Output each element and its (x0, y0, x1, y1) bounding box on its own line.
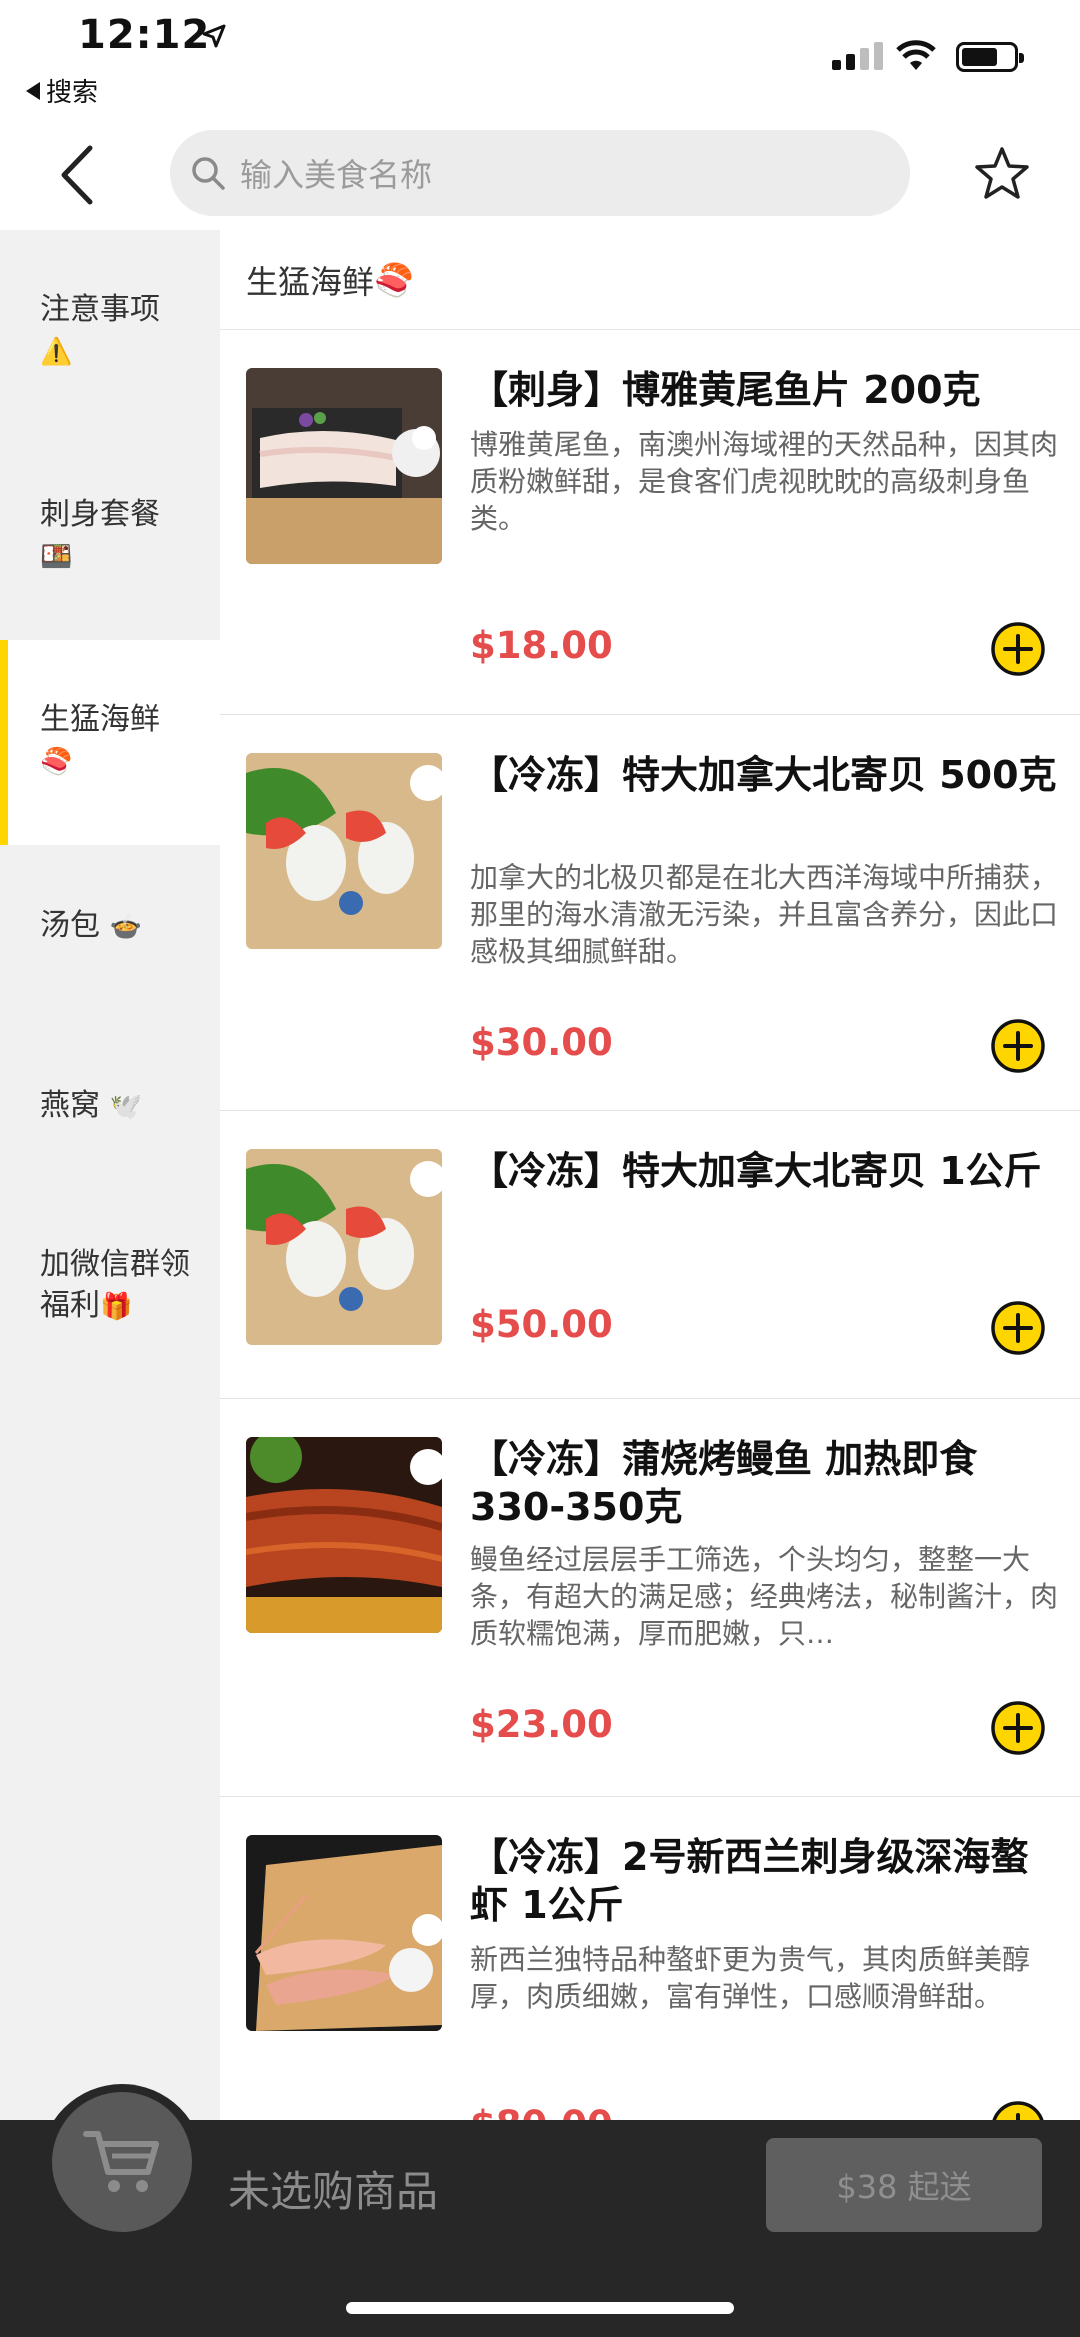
sidebar-item-bird-nest[interactable]: 燕窝 🕊️ (0, 1025, 220, 1205)
back-triangle-icon (26, 81, 40, 100)
add-to-cart-button[interactable] (990, 1018, 1046, 1074)
sidebar-item-soup-buns[interactable]: 汤包 🍲 (0, 845, 220, 1025)
product-description: 鳗鱼经过层层手工筛选，个头均匀，整整一大条，有超大的满足感；经典烤法，秘制酱汁，… (470, 1543, 1059, 1650)
gift-icon: 🎁 (100, 1292, 133, 1322)
product-description: 博雅黄尾鱼，南澳州海域裡的天然品种，因其肉质粉嫩鲜甜，是食客们虎视眈眈的高级刺身… (470, 428, 1059, 535)
product-item[interactable]: 【刺身】博雅黄尾鱼片 200克 博雅黄尾鱼，南澳州海域裡的天然品种，因其肉质粉嫩… (220, 330, 1080, 715)
sidebar-item-label: 燕窝 (40, 1088, 100, 1123)
add-to-cart-button[interactable] (990, 2100, 1046, 2120)
wifi-icon (896, 40, 936, 70)
product-price: $80.00 (470, 2103, 613, 2120)
product-price: $18.00 (470, 624, 613, 667)
bento-icon: 🍱 (40, 542, 73, 572)
add-to-cart-button[interactable] (990, 1300, 1046, 1356)
product-name: 【刺身】博雅黄尾鱼片 200克 (470, 368, 981, 412)
cart-empty-label: 未选购商品 (228, 2167, 439, 2216)
product-name: 【冷冻】特大加拿大北寄贝 1公斤 (470, 1149, 1042, 1193)
section-title: 生猛海鲜 (246, 262, 375, 301)
warning-icon: ⚠️ (40, 337, 73, 367)
product-description: 加拿大的北极贝都是在北大西洋海域中所捕获，那里的海水清澈无污染，并且富含养分，因… (470, 861, 1059, 968)
product-price: $30.00 (470, 1021, 613, 1064)
product-image-yellowtail[interactable] (246, 368, 442, 564)
favorite-star-icon[interactable] (972, 144, 1032, 204)
search-icon (192, 157, 225, 190)
back-to-search-app[interactable]: 搜索 (26, 72, 98, 109)
product-name: 【冷冻】蒲烧烤鳗鱼 加热即食 330-350克 (470, 1437, 978, 1529)
product-name: 【冷冻】2号新西兰刺身级深海螯虾 1公斤 (470, 1835, 1029, 1927)
sidebar-item-notices[interactable]: 注意事项 ⚠️ (0, 230, 220, 435)
dove-icon: 🕊️ (109, 1092, 142, 1122)
product-image-grilled-eel[interactable] (246, 1437, 442, 1633)
search-placeholder: 输入美食名称 (240, 156, 433, 194)
location-arrow-icon (202, 24, 226, 48)
cellular-signal-icon (832, 40, 883, 70)
product-price: $23.00 (470, 1703, 613, 1746)
checkout-button[interactable]: $38 起送 (766, 2138, 1042, 2232)
status-bar: 12:12 搜索 (0, 0, 1080, 120)
home-indicator[interactable] (346, 2302, 734, 2314)
product-image-surf-clam-1kg[interactable] (246, 1149, 442, 1345)
product-price: $50.00 (470, 1303, 613, 1346)
back-arrow-icon[interactable] (52, 142, 112, 208)
product-item[interactable]: 【冷冻】特大加拿大北寄贝 500克 加拿大的北极贝都是在北大西洋海域中所捕获，那… (220, 715, 1080, 1111)
add-to-cart-button[interactable] (990, 1700, 1046, 1756)
sidebar-item-wechat-group[interactable]: 加微信群领福利🎁 (0, 1205, 220, 1405)
sushi-icon: 🍣 (374, 260, 414, 299)
sidebar-item-sashimi-set[interactable]: 刺身套餐 🍱 (0, 435, 220, 640)
product-description: 新西兰独特品种螯虾更为贵气，其肉质鲜美醇厚，肉质细嫩，富有弹性，口感顺滑鲜甜。 (470, 1943, 1031, 2013)
product-item[interactable]: 【冷冻】2号新西兰刺身级深海螯虾 1公斤 新西兰独特品种螯虾更为贵气，其肉质鲜美… (220, 1797, 1080, 2120)
cart-button[interactable] (52, 2092, 192, 2232)
battery-icon (956, 42, 1024, 72)
add-to-cart-button[interactable] (990, 621, 1046, 677)
soup-bowl-icon: 🍲 (109, 912, 142, 942)
search-input[interactable]: 输入美食名称 (170, 130, 910, 216)
product-image-surf-clam[interactable] (246, 753, 442, 949)
sidebar-item-seafood[interactable]: 生猛海鲜 🍣 (0, 640, 220, 845)
sidebar-item-label: 汤包 (40, 908, 100, 943)
header-bar: 输入美食名称 (0, 120, 1080, 230)
product-item[interactable]: 【冷冻】蒲烧烤鳗鱼 加热即食 330-350克 鳗鱼经过层层手工筛选，个头均匀，… (220, 1399, 1080, 1797)
shopping-cart-icon (83, 2131, 159, 2192)
product-list[interactable]: 生猛海鲜 🍣 【刺身】博雅黄尾鱼片 200克 博雅黄尾鱼，南澳州海域裡的天然品种… (220, 230, 1080, 2120)
category-sidebar: 注意事项 ⚠️ 刺身套餐 🍱 生猛海鲜 🍣 汤包 🍲 燕窝 🕊️ 加微信群领福利… (0, 230, 220, 2120)
back-app-label: 搜索 (46, 78, 99, 108)
sushi-icon: 🍣 (40, 747, 73, 777)
section-header: 生猛海鲜 🍣 (220, 230, 1080, 330)
status-time: 12:12 (78, 12, 211, 58)
product-item[interactable]: 【冷冻】特大加拿大北寄贝 1公斤 $50.00 (220, 1111, 1080, 1399)
product-name: 【冷冻】特大加拿大北寄贝 500克 (470, 753, 1057, 797)
sidebar-item-label: 生猛海鲜 (40, 702, 160, 737)
product-image-langoustine[interactable] (246, 1835, 442, 2031)
sidebar-item-label: 刺身套餐 (40, 497, 160, 532)
sidebar-item-label: 注意事项 (40, 292, 160, 327)
